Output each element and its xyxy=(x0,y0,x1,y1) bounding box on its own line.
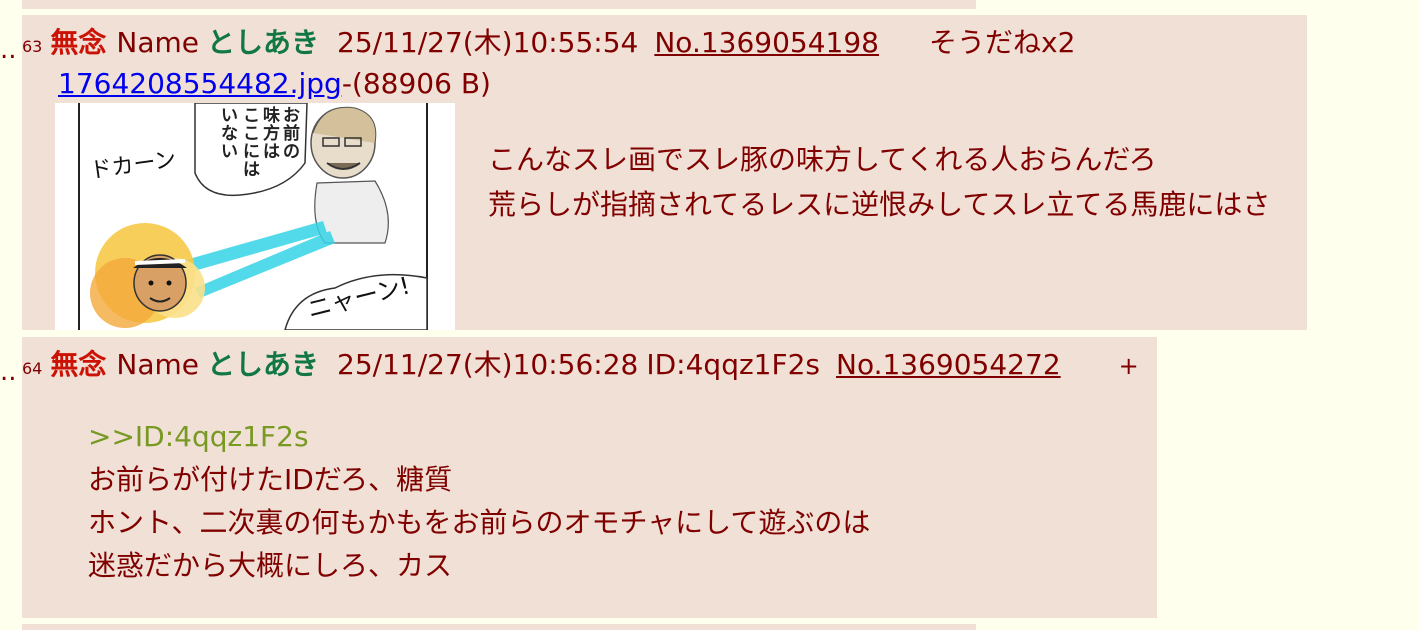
post-body: >>ID:4qqz1F2s お前らが付けたIDだろ、糖質 ホント、二次裏の何もか… xyxy=(88,415,870,587)
file-size: -(88906 B) xyxy=(341,67,491,100)
svg-text:に: に xyxy=(243,142,260,162)
svg-text:の: の xyxy=(283,142,300,162)
reply-post: .. 64 無念 Name としあき 25/11/27(木)10:56:28 I… xyxy=(0,337,1157,618)
sodane-button[interactable]: そうだねx2 xyxy=(929,21,1075,61)
post-body-line: お前らが付けたIDだろ、糖質 xyxy=(88,463,453,496)
post-body: こんなスレ画でスレ豚の味方してくれる人おらんだろ 荒らしが指摘されてるレスに逆恨… xyxy=(488,137,1270,227)
post-index: 64 xyxy=(22,359,43,378)
svg-text:な: な xyxy=(221,124,238,144)
previous-reply-edge xyxy=(22,0,976,9)
svg-text:味: 味 xyxy=(263,105,280,126)
poster-id: ID:4qqz1F2s xyxy=(646,348,820,381)
post-number-link[interactable]: No.1369054272 xyxy=(836,348,1061,381)
post-date: 25/11/27(木)10:56:28 xyxy=(337,348,639,381)
next-reply-edge xyxy=(22,624,976,630)
svg-text:い: い xyxy=(221,142,238,162)
poster-name: としあき xyxy=(206,26,319,59)
svg-text:こ: こ xyxy=(243,124,260,144)
file-link[interactable]: 1764208554482.jpg xyxy=(58,67,342,100)
post-subject: 無念 xyxy=(50,26,107,59)
post-thumbnail[interactable]: お前の 味方は ここには いない ドカーン ニャーン! xyxy=(55,103,455,330)
svg-text:い: い xyxy=(221,106,238,126)
post-date: 25/11/27(木)10:55:54 xyxy=(337,26,639,59)
svg-text:は: は xyxy=(243,160,260,180)
svg-text:お: お xyxy=(283,106,300,126)
svg-text:は: は xyxy=(263,142,280,162)
thread-page: .. 63 無念 Name としあき 25/11/27(木)10:55:54 N… xyxy=(0,0,1420,630)
reply-post: .. 63 無念 Name としあき 25/11/27(木)10:55:54 N… xyxy=(0,15,1307,330)
post-header: 63 無念 Name としあき 25/11/27(木)10:55:54 No.1… xyxy=(22,21,1075,71)
svg-text:方: 方 xyxy=(263,123,280,144)
post-body-line: 迷惑だから大概にしろ、カス xyxy=(88,549,453,582)
post-subject: 無念 xyxy=(50,348,107,381)
manga-thumbnail-icon: お前の 味方は ここには いない ドカーン ニャーン! xyxy=(55,103,455,330)
post-header: 64 無念 Name としあき 25/11/27(木)10:56:28 ID:4… xyxy=(22,343,1139,393)
post-body-line: 荒らしが指摘されてるレスに逆恨みしてスレ立てる馬鹿にはさ xyxy=(488,188,1271,221)
file-info: 1764208554482.jpg-(88906 B) xyxy=(58,67,491,100)
svg-text:前: 前 xyxy=(283,123,300,144)
name-label: Name xyxy=(116,348,199,381)
name-label: Name xyxy=(116,26,199,59)
poster-name: としあき xyxy=(206,348,319,381)
post-body-line: こんなスレ画でスレ豚の味方してくれる人おらんだろ xyxy=(488,143,1157,176)
reply-marker: .. xyxy=(0,35,17,65)
reply-marker: .. xyxy=(0,357,17,387)
sodane-plus-button[interactable]: + xyxy=(1119,352,1139,380)
quote-line: >>ID:4qqz1F2s xyxy=(88,420,309,453)
post-index: 63 xyxy=(22,37,43,56)
svg-text:こ: こ xyxy=(243,106,260,126)
post-number-link[interactable]: No.1369054198 xyxy=(654,26,879,59)
post-body-line: ホント、二次裏の何もかもをお前らのオモチャにして遊ぶのは xyxy=(88,506,871,539)
